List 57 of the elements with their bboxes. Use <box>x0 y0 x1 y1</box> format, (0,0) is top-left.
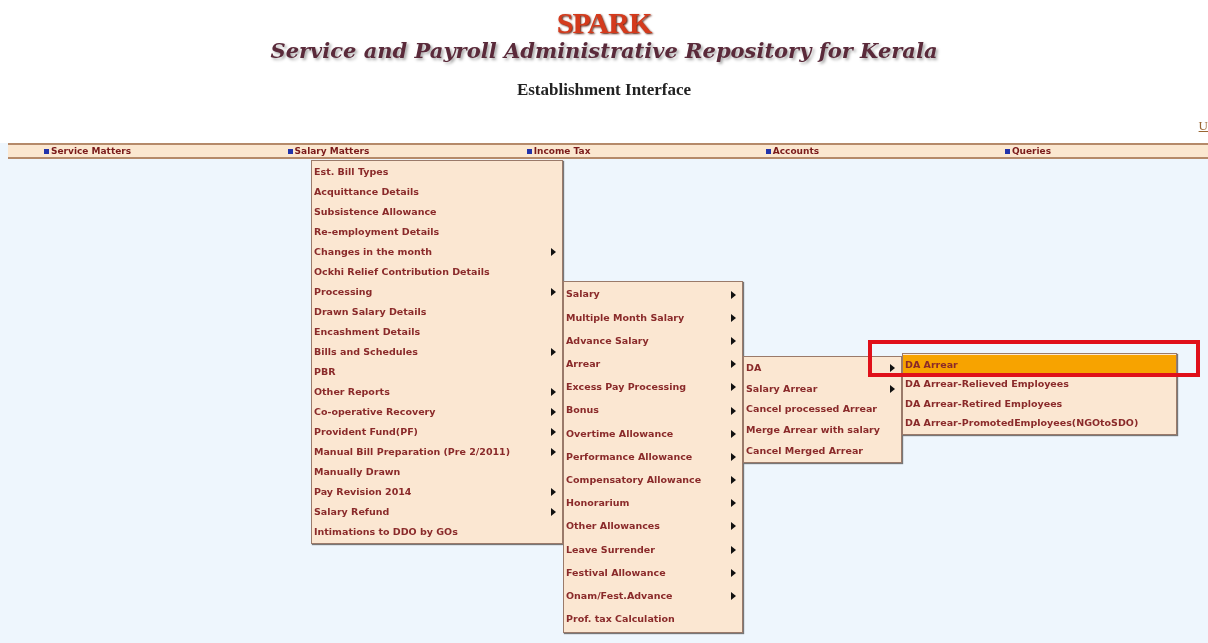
menu-item[interactable]: Encashment Details <box>312 322 562 342</box>
menu-item[interactable]: Leave Surrender <box>564 538 742 562</box>
bullet-icon <box>526 148 532 154</box>
menu-item[interactable]: Est. Bill Types <box>312 162 562 182</box>
bullet-icon <box>1004 148 1010 154</box>
menu-item[interactable]: Onam/Fest.Advance <box>564 584 742 608</box>
menu-item[interactable]: Provident Fund(PF) <box>312 422 562 442</box>
menu-item[interactable]: Processing <box>312 282 562 302</box>
bullet-icon <box>44 148 49 154</box>
menu-item[interactable]: Salary Refund <box>312 502 562 522</box>
menu-item[interactable]: DA Arrear-PromotedEmployees(NGOtoSDO) <box>903 413 1176 433</box>
menu-item[interactable]: Salary <box>564 283 742 307</box>
menu-item[interactable]: Merge Arrear with salary <box>744 419 901 441</box>
menu-item[interactable]: Honorarium <box>564 491 742 515</box>
menu-item[interactable]: Intimations to DDO by GOs <box>312 522 562 542</box>
corner-link[interactable]: U <box>1198 116 1208 136</box>
menu-item[interactable]: Subsistence Allowance <box>312 202 562 222</box>
menu-item[interactable]: Overtime Allowance <box>564 422 742 446</box>
menu-item[interactable]: Other Allowances <box>564 514 742 539</box>
menu-item[interactable]: Advance Salary <box>564 329 742 353</box>
menu-bar-item[interactable]: Income Tax <box>490 145 730 157</box>
menu-item[interactable]: Prof. tax Calculation <box>564 607 742 631</box>
logo: SPARK <box>555 5 653 38</box>
menu-bar-item[interactable]: Salary Matters <box>251 145 491 157</box>
bullet-icon <box>765 148 771 154</box>
menu-item[interactable]: Manual Bill Preparation (Pre 2/2011) <box>312 442 562 462</box>
menu-bar-item[interactable]: Accounts <box>729 145 969 157</box>
menu-item[interactable]: Manually Drawn <box>312 462 562 482</box>
menu-item[interactable]: Co-operative Recovery <box>312 402 562 422</box>
menu-item[interactable]: Multiple Month Salary <box>564 306 742 330</box>
menu-item[interactable]: Excess Pay Processing <box>564 375 742 399</box>
menu-item[interactable]: Other Reports <box>312 382 562 402</box>
menu-bar-item[interactable]: Service Matters <box>8 145 252 157</box>
menu-item[interactable]: DA <box>744 358 901 379</box>
menu-item[interactable]: Bonus <box>564 398 742 423</box>
menu-item[interactable]: Drawn Salary Details <box>312 302 562 322</box>
menu-item[interactable]: Pay Revision 2014 <box>312 482 562 502</box>
bullet-icon <box>287 148 293 154</box>
menu-item[interactable]: DA Arrear-Retired Employees <box>903 394 1176 414</box>
page-subtitle: Establishment Interface <box>515 79 693 102</box>
menu-item[interactable]: PBR <box>312 362 562 382</box>
menu-item[interactable]: DA Arrear <box>903 355 1176 375</box>
menu-item[interactable]: Acquittance Details <box>312 182 562 202</box>
menu-item[interactable]: Arrear <box>564 352 742 376</box>
menu-bar-item[interactable]: Queries <box>968 145 1208 157</box>
menu-item[interactable]: Cancel processed Arrear <box>744 399 901 420</box>
menu-item[interactable]: Cancel Merged Arrear <box>744 440 901 461</box>
site-title: Service and Payroll Administrative Repository for Kerala <box>269 38 939 64</box>
menu-item[interactable]: Ockhi Relief Contribution Details <box>312 262 562 282</box>
menu-item[interactable]: Changes in the month <box>312 242 562 262</box>
menu-item[interactable]: Bills and Schedules <box>312 342 562 362</box>
menu-item[interactable]: Salary Arrear <box>744 378 901 400</box>
menu-item[interactable]: Re-employment Details <box>312 222 562 242</box>
menu-item[interactable]: Performance Allowance <box>564 445 742 469</box>
menu-item[interactable]: DA Arrear-Relieved Employees <box>903 374 1176 394</box>
menu-item[interactable]: Festival Allowance <box>564 561 742 585</box>
menu-item[interactable]: Compensatory Allowance <box>564 468 742 492</box>
